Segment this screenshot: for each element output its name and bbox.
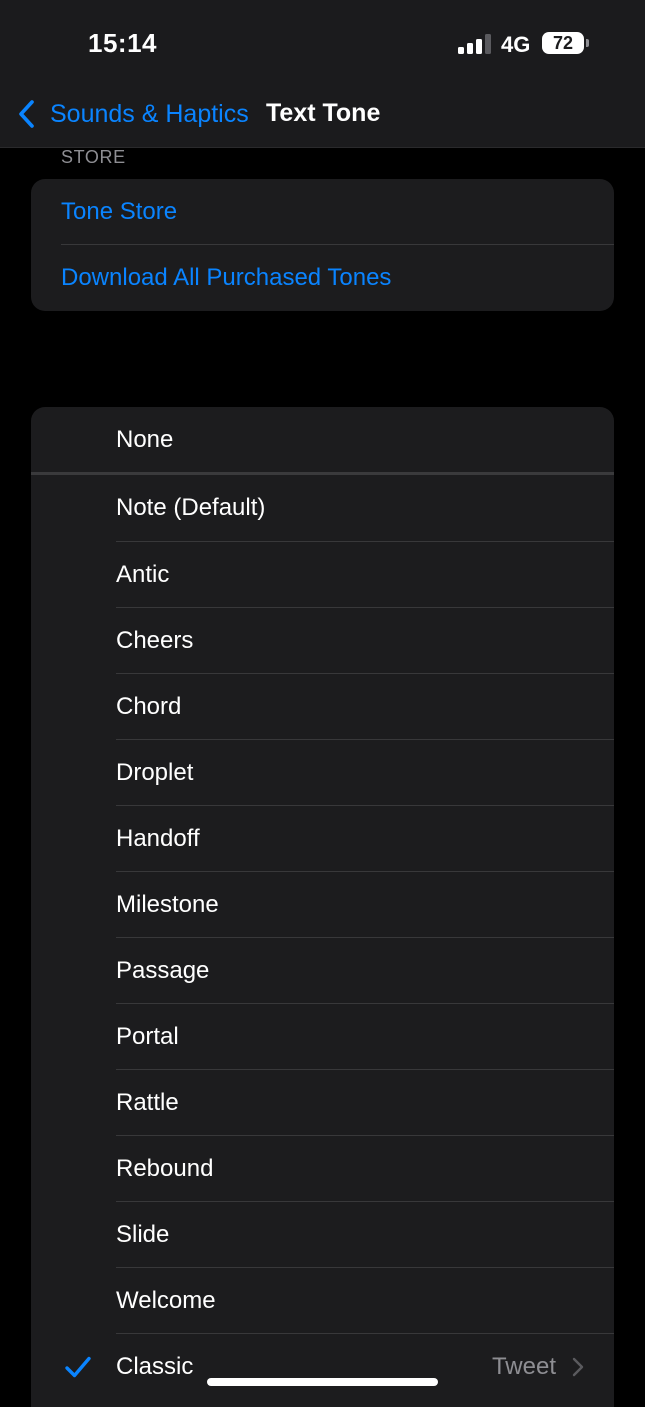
chevron-left-icon bbox=[19, 100, 34, 128]
cellular-signal-icon bbox=[458, 34, 492, 54]
status-time: 15:14 bbox=[88, 28, 157, 58]
tone-row[interactable]: Droplet bbox=[31, 740, 614, 806]
tone-label: None bbox=[116, 426, 174, 453]
checkmark-icon bbox=[65, 1356, 91, 1378]
tone-row[interactable]: Milestone bbox=[31, 872, 614, 938]
tone-row-none[interactable]: None bbox=[31, 407, 614, 473]
tone-label: Note (Default) bbox=[116, 494, 266, 521]
tone-label: Welcome bbox=[116, 1287, 216, 1314]
tone-label: Handoff bbox=[116, 825, 200, 852]
download-purchased-tones-link[interactable]: Download All Purchased Tones bbox=[31, 245, 614, 311]
tone-label: Milestone bbox=[116, 891, 219, 918]
tone-row[interactable]: Chord bbox=[31, 674, 614, 740]
tone-row-selected[interactable]: Classic Tweet bbox=[31, 1334, 614, 1400]
tone-label: Rattle bbox=[116, 1089, 179, 1116]
chevron-right-icon bbox=[572, 1357, 584, 1377]
tone-label: Portal bbox=[116, 1023, 179, 1050]
tone-row[interactable]: Portal bbox=[31, 1004, 614, 1070]
battery-icon: 72 bbox=[542, 32, 584, 54]
store-section-header: STORE bbox=[61, 147, 126, 167]
tones-list: None Note (Default) Antic Cheers Chord D… bbox=[31, 407, 614, 1407]
tone-label: Passage bbox=[116, 957, 210, 984]
tone-label: Chord bbox=[116, 693, 182, 720]
tone-row[interactable]: Passage bbox=[31, 938, 614, 1004]
tone-detail-value: Tweet bbox=[491, 1353, 556, 1380]
back-label: Sounds & Haptics bbox=[50, 99, 249, 128]
tone-row[interactable]: Cheers bbox=[31, 608, 614, 674]
network-type: 4G bbox=[501, 32, 531, 57]
tone-row[interactable]: Rattle bbox=[31, 1070, 614, 1136]
store-group: Tone Store Download All Purchased Tones bbox=[31, 179, 614, 311]
tone-store-link[interactable]: Tone Store bbox=[31, 179, 614, 245]
tone-label: Cheers bbox=[116, 627, 194, 654]
home-indicator[interactable] bbox=[207, 1378, 438, 1386]
tone-row[interactable]: Handoff bbox=[31, 806, 614, 872]
navigation-bar: 15:14 4G 72 Sounds & Haptics Text Tone bbox=[0, 0, 645, 148]
tone-label: Slide bbox=[116, 1221, 170, 1248]
battery-cap bbox=[586, 39, 589, 47]
tone-store-label: Tone Store bbox=[61, 198, 178, 225]
back-button[interactable]: Sounds & Haptics bbox=[16, 96, 249, 132]
page-title: Text Tone bbox=[266, 99, 381, 127]
tone-row[interactable]: Rebound bbox=[31, 1136, 614, 1202]
tone-row[interactable]: Antic bbox=[31, 542, 614, 608]
tone-label: Classic bbox=[116, 1353, 194, 1380]
tone-row[interactable]: Slide bbox=[31, 1202, 614, 1268]
tone-label: Rebound bbox=[116, 1155, 214, 1182]
tone-row[interactable]: Welcome bbox=[31, 1268, 614, 1334]
tone-label: Antic bbox=[116, 561, 170, 588]
tone-row[interactable]: Note (Default) bbox=[31, 475, 614, 541]
download-purchased-tones-label: Download All Purchased Tones bbox=[61, 264, 392, 291]
tone-label: Droplet bbox=[116, 759, 194, 786]
